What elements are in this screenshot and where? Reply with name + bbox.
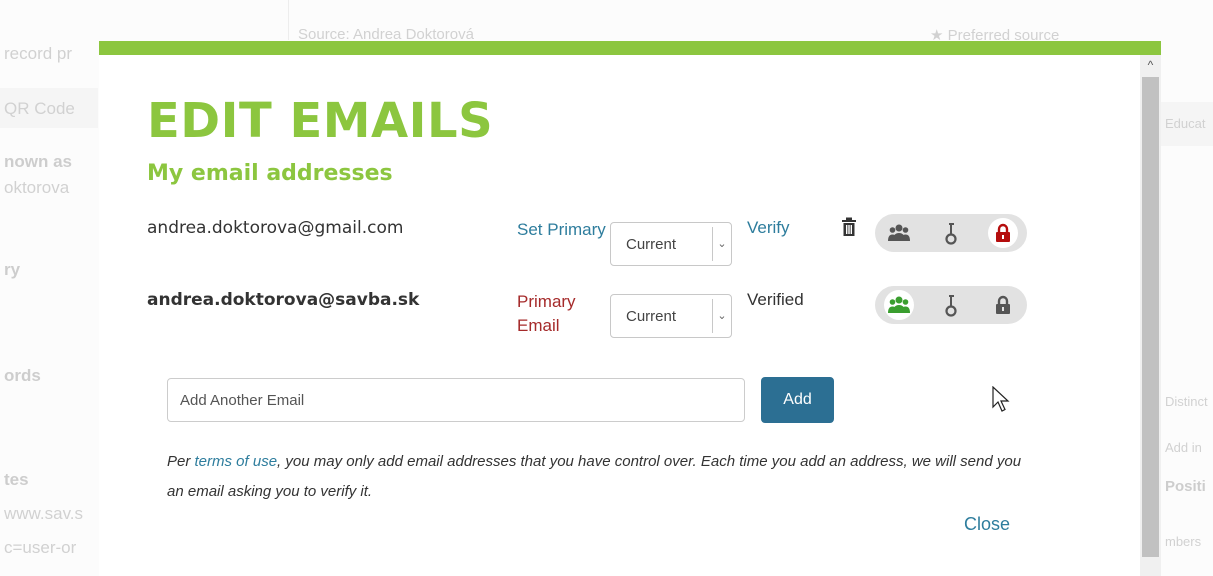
verified-label: Verified [747, 290, 804, 309]
email-status-value: Current [626, 308, 677, 325]
trusted-key-icon[interactable] [936, 218, 966, 248]
close-link[interactable]: Close [964, 514, 1010, 535]
add-email-button[interactable]: Add [761, 377, 834, 423]
add-email-note: Per terms of use, you may only add email… [167, 447, 1027, 507]
everyone-icon[interactable] [884, 290, 914, 320]
mouse-pointer-icon [992, 385, 1010, 419]
set-primary-link[interactable]: Set Primary [517, 218, 607, 242]
modal-title: EDIT EMAILS [147, 93, 494, 149]
add-email-input[interactable] [167, 378, 745, 422]
primary-email-label: Primary Email [517, 292, 576, 335]
email-address: andrea.doktorova@savba.sk [147, 290, 420, 310]
verify-link[interactable]: Verify [747, 218, 790, 238]
modal-scrollbar[interactable]: ^ [1140, 55, 1161, 576]
email-row: andrea.doktorova@savba.sk Primary Email … [147, 286, 1047, 356]
scroll-up-icon[interactable]: ^ [1140, 55, 1161, 75]
trusted-key-icon[interactable] [936, 290, 966, 320]
email-row: andrea.doktorova@gmail.com Set Primary C… [147, 214, 1047, 284]
note-prefix: Per [167, 453, 195, 470]
edit-emails-modal: ^ EDIT EMAILS My email addresses andrea.… [99, 41, 1161, 576]
email-address: andrea.doktorova@gmail.com [147, 218, 404, 238]
modal-subtitle: My email addresses [147, 161, 393, 186]
email-status-select[interactable]: Current ⌄ [610, 222, 732, 266]
chevron-down-icon: ⌄ [712, 299, 731, 333]
everyone-icon[interactable] [884, 218, 914, 248]
visibility-toggle [875, 214, 1027, 252]
private-lock-icon[interactable] [988, 290, 1018, 320]
chevron-down-icon: ⌄ [712, 227, 731, 261]
email-status-select[interactable]: Current ⌄ [610, 294, 732, 338]
email-status-value: Current [626, 236, 677, 253]
visibility-toggle [875, 286, 1027, 324]
trash-icon[interactable] [841, 217, 857, 237]
terms-of-use-link[interactable]: terms of use [195, 453, 278, 470]
scrollbar-thumb[interactable] [1142, 77, 1159, 557]
note-suffix: , you may only add email addresses that … [167, 453, 1022, 500]
private-lock-icon[interactable] [988, 218, 1018, 248]
